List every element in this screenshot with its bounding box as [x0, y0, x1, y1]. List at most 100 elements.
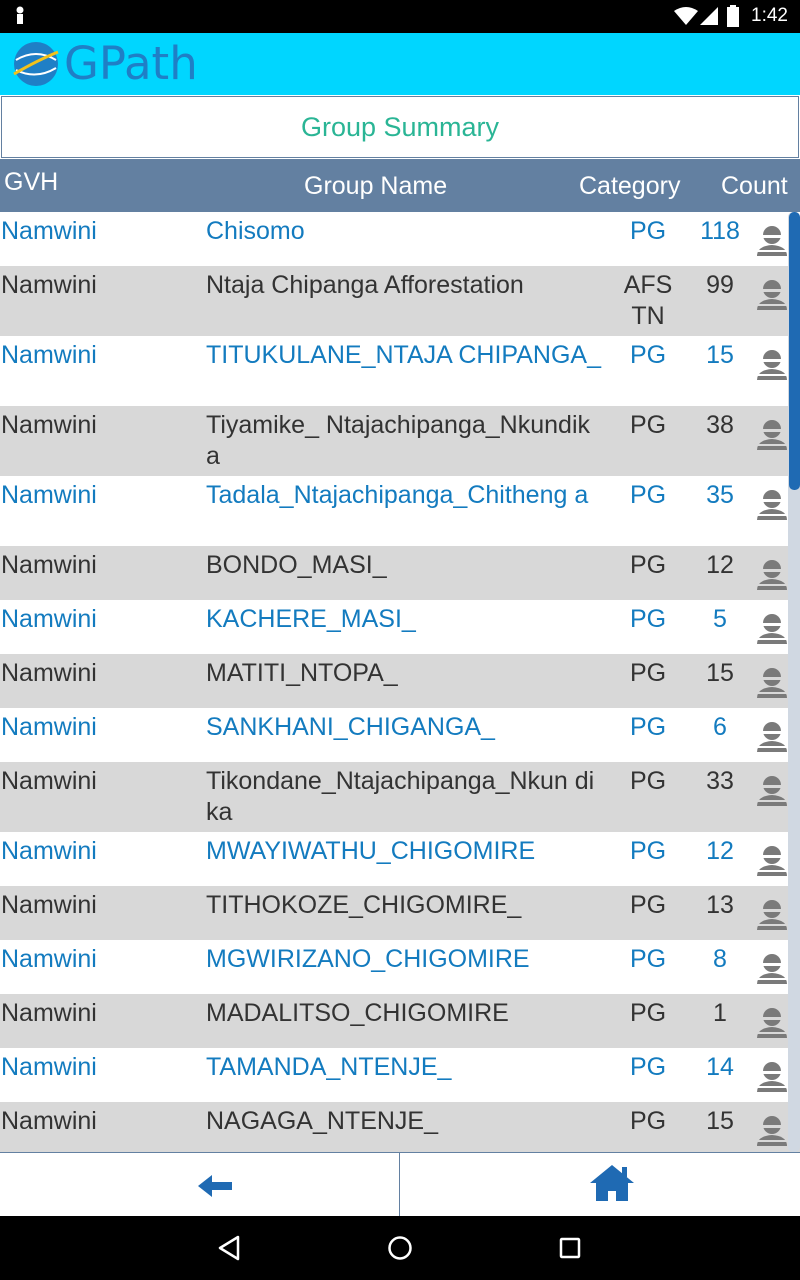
- cell-category: PG: [629, 1053, 667, 1081]
- cell-count: 35: [706, 481, 734, 509]
- person-icon[interactable]: [757, 774, 787, 806]
- cell-category: PG: [629, 945, 667, 973]
- cell-gvh: Namwini: [1, 341, 97, 369]
- table-row[interactable]: Namwini BONDO_MASI_ PG 12: [0, 546, 800, 600]
- page-title-box: Group Summary: [1, 96, 799, 158]
- back-arrow-icon[interactable]: [194, 1169, 238, 1203]
- person-icon[interactable]: [757, 488, 787, 520]
- person-icon[interactable]: [757, 1114, 787, 1146]
- cell-category: PG: [629, 605, 667, 633]
- table-row[interactable]: Namwini SANKHANI_CHIGANGA_ PG 6: [0, 708, 800, 762]
- table-row[interactable]: Namwini Tadala_Ntajachipanga_Chitheng a …: [0, 476, 800, 546]
- cell-gvh: Namwini: [1, 659, 97, 687]
- cell-category: PG: [629, 411, 667, 439]
- cell-gvh: Namwini: [1, 481, 97, 509]
- header-count: Count: [721, 172, 788, 200]
- cell-group-name: Tikondane_Ntajachipanga_Nkun dika: [206, 767, 595, 826]
- cell-count: 5: [713, 605, 727, 633]
- cell-group-name: BONDO_MASI_: [206, 551, 387, 579]
- table-header: GVH Group Name Category Count: [0, 159, 800, 212]
- cell-group-name: MATITI_NTOPA_: [206, 659, 398, 687]
- cell-count: 1: [713, 999, 727, 1027]
- bottom-action-bar: [0, 1152, 800, 1217]
- table-row[interactable]: Namwini TAMANDA_NTENJE_ PG 14: [0, 1048, 800, 1102]
- table-row[interactable]: Namwini MGWIRIZANO_CHIGOMIRE PG 8: [0, 940, 800, 994]
- cell-group-name: TITHOKOZE_CHIGOMIRE_: [206, 891, 522, 919]
- person-icon[interactable]: [757, 418, 787, 450]
- person-icon[interactable]: [757, 952, 787, 984]
- cell-category: AFS TN: [623, 271, 673, 330]
- cell-category: PG: [629, 837, 667, 865]
- cell-group-name: NAGAGA_NTENJE_: [206, 1107, 439, 1135]
- cell-gvh: Namwini: [1, 605, 97, 633]
- person-icon[interactable]: [757, 612, 787, 644]
- cell-gvh: Namwini: [1, 837, 97, 865]
- nav-recents-icon[interactable]: [558, 1236, 582, 1260]
- person-icon[interactable]: [757, 348, 787, 380]
- cell-count: 6: [713, 713, 727, 741]
- cell-group-name: MADALITSO_CHIGOMIRE: [206, 999, 509, 1027]
- nav-home-icon[interactable]: [386, 1234, 414, 1262]
- page-title: Group Summary: [300, 111, 500, 142]
- cell-count: 33: [706, 767, 734, 795]
- cell-count: 15: [706, 1107, 734, 1135]
- cell-gvh: Namwini: [1, 271, 97, 299]
- table-row[interactable]: Namwini Chisomo PG 118: [0, 212, 800, 266]
- table-row[interactable]: Namwini TITUKULANE_NTAJA CHIPANGA_ PG 15: [0, 336, 800, 406]
- person-icon[interactable]: [757, 224, 787, 256]
- cell-count: 99: [706, 271, 734, 299]
- cell-count: 12: [706, 837, 734, 865]
- cell-count: 8: [713, 945, 727, 973]
- person-icon[interactable]: [757, 720, 787, 752]
- cell-category: PG: [629, 551, 667, 579]
- table-row[interactable]: Namwini MADALITSO_CHIGOMIRE PG 1: [0, 994, 800, 1048]
- table-row[interactable]: Namwini TITHOKOZE_CHIGOMIRE_ PG 13: [0, 886, 800, 940]
- person-icon[interactable]: [757, 666, 787, 698]
- app-logo-text: GPath: [64, 37, 198, 90]
- table-row[interactable]: Namwini Tikondane_Ntajachipanga_Nkun dik…: [0, 762, 800, 832]
- cell-group-name: MWAYIWATHU_CHIGOMIRE: [206, 837, 536, 865]
- cell-group-name: KACHERE_MASI_: [206, 605, 416, 633]
- signal-icon: [700, 7, 718, 25]
- table-row[interactable]: Namwini NAGAGA_NTENJE_ PG 15: [0, 1102, 800, 1152]
- cell-count: 118: [700, 217, 740, 245]
- table-row[interactable]: Namwini MWAYIWATHU_CHIGOMIRE PG 12: [0, 832, 800, 886]
- scrollbar-thumb[interactable]: [789, 212, 800, 490]
- cell-group-name: Ntaja Chipanga Afforestation: [206, 271, 524, 299]
- cell-gvh: Namwini: [1, 551, 97, 579]
- cell-count: 12: [706, 551, 734, 579]
- cell-gvh: Namwini: [1, 1053, 97, 1081]
- cell-category: PG: [629, 659, 667, 687]
- cell-gvh: Namwini: [1, 891, 97, 919]
- cell-gvh: Namwini: [1, 713, 97, 741]
- person-icon[interactable]: [757, 844, 787, 876]
- battery-icon: [727, 5, 739, 27]
- status-bar: 1:42: [0, 0, 800, 33]
- cell-category: PG: [629, 481, 667, 509]
- cell-group-name: TITUKULANE_NTAJA CHIPANGA_: [206, 341, 601, 369]
- cell-category: PG: [629, 1107, 667, 1135]
- cell-gvh: Namwini: [1, 1107, 97, 1135]
- cell-category: PG: [629, 999, 667, 1027]
- person-icon[interactable]: [757, 898, 787, 930]
- notification-icon: [16, 6, 24, 24]
- cell-gvh: Namwini: [1, 217, 97, 245]
- cell-gvh: Namwini: [1, 945, 97, 973]
- cell-gvh: Namwini: [1, 999, 97, 1027]
- app-bar: GPath: [0, 33, 800, 95]
- home-icon[interactable]: [588, 1163, 636, 1203]
- person-icon[interactable]: [757, 1060, 787, 1092]
- group-table[interactable]: Namwini Chisomo PG 118 Namwini Ntaja Chi…: [0, 212, 800, 1152]
- person-icon[interactable]: [757, 278, 787, 310]
- table-row[interactable]: Namwini KACHERE_MASI_ PG 5: [0, 600, 800, 654]
- bottom-bar-divider: [399, 1153, 400, 1217]
- table-row[interactable]: Namwini Ntaja Chipanga Afforestation AFS…: [0, 266, 800, 336]
- person-icon[interactable]: [757, 558, 787, 590]
- status-time: 1:42: [751, 5, 788, 26]
- table-row[interactable]: Namwini Tiyamike_ Ntajachipanga_Nkundika…: [0, 406, 800, 476]
- cell-group-name: Tadala_Ntajachipanga_Chitheng a: [206, 481, 589, 509]
- cell-count: 14: [706, 1053, 734, 1081]
- table-row[interactable]: Namwini MATITI_NTOPA_ PG 15: [0, 654, 800, 708]
- person-icon[interactable]: [757, 1006, 787, 1038]
- nav-back-icon[interactable]: [216, 1234, 242, 1262]
